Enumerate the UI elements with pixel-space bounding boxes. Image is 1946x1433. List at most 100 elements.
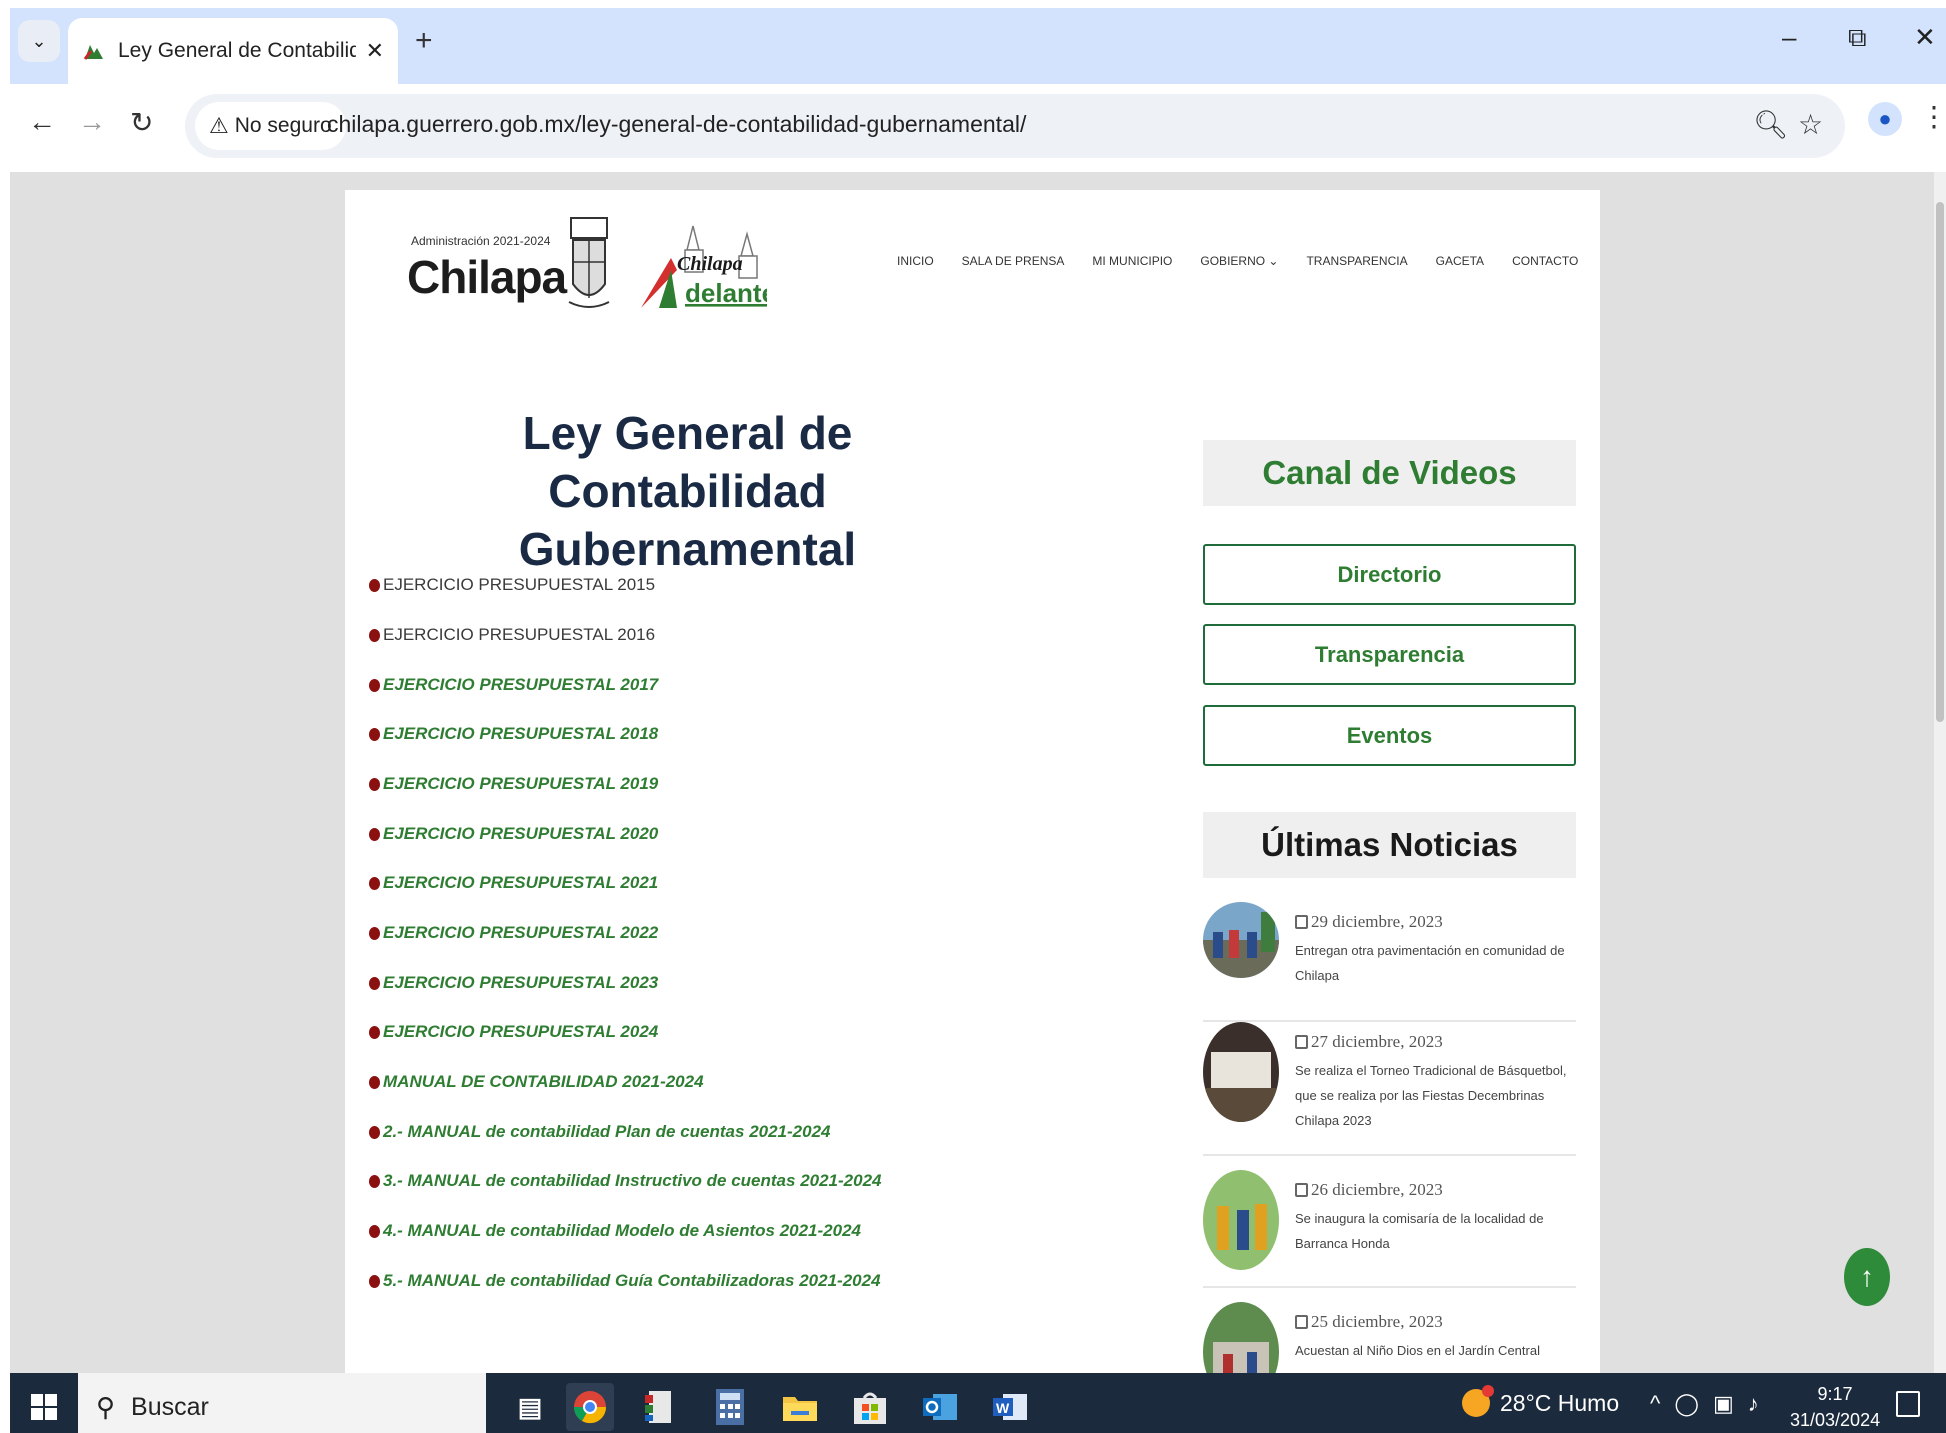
outlook-icon[interactable] xyxy=(916,1383,964,1431)
profile-avatar-icon[interactable]: ● xyxy=(1868,102,1902,136)
meet-now-icon[interactable]: ◯ xyxy=(1674,1391,1699,1417)
list-item[interactable]: EJERCICIO PRESUPUESTAL 2020 xyxy=(369,824,658,844)
list-item[interactable]: EJERCICIO PRESUPUESTAL 2024 xyxy=(369,1022,658,1042)
news-item[interactable]: 27 diciembre, 2023 Se realiza el Torneo … xyxy=(1203,1022,1576,1156)
chevron-up-icon[interactable]: ^ xyxy=(1650,1391,1660,1417)
address-bar[interactable]: ⚠ No seguro chilapa.guerrero.gob.mx/ley-… xyxy=(185,94,1845,158)
list-item[interactable]: EJERCICIO PRESUPUESTAL 2022 xyxy=(369,923,658,943)
news-headline[interactable]: Se inaugura la comisaría de la localidad… xyxy=(1295,1206,1575,1256)
document-link[interactable]: EJERCICIO PRESUPUESTAL 2021 xyxy=(383,873,658,893)
document-link[interactable]: EJERCICIO PRESUPUESTAL 2023 xyxy=(383,973,658,993)
news-thumbnail[interactable] xyxy=(1203,1170,1279,1270)
document-link[interactable]: MANUAL DE CONTABILIDAD 2021-2024 xyxy=(383,1072,704,1092)
notes-app-icon[interactable] xyxy=(636,1383,684,1431)
news-date-text: 27 diciembre, 2023 xyxy=(1311,1032,1443,1051)
news-headline[interactable]: Acuestan al Niño Dios en el Jardín Centr… xyxy=(1295,1338,1575,1363)
taskbar-search-label: Buscar xyxy=(131,1392,209,1421)
page-title: Ley General de Contabilidad Gubernamenta… xyxy=(518,407,857,575)
news-headline[interactable]: Se realiza el Torneo Tradicional de Básq… xyxy=(1295,1058,1575,1133)
taskbar-search[interactable]: ⚲ Buscar xyxy=(78,1373,486,1433)
document-link[interactable]: 5.- MANUAL de contabilidad Guía Contabil… xyxy=(383,1271,881,1291)
store-icon[interactable] xyxy=(846,1383,894,1431)
windows-start-button[interactable] xyxy=(10,1373,78,1433)
tab-active[interactable]: Ley General de Contabilidad G… ✕ xyxy=(68,18,398,84)
news-thumbnail[interactable] xyxy=(1203,1302,1279,1373)
task-view-icon[interactable]: ▤ xyxy=(506,1383,554,1431)
window-close-icon[interactable]: ✕ xyxy=(1914,22,1936,53)
nav-transparencia[interactable]: TRANSPARENCIA xyxy=(1306,254,1407,268)
list-item[interactable]: EJERCICIO PRESUPUESTAL 2016 xyxy=(369,625,655,645)
minimize-icon[interactable]: – xyxy=(1782,22,1796,53)
news-thumbnail[interactable] xyxy=(1203,902,1279,978)
list-item[interactable]: EJERCICIO PRESUPUESTAL 2021 xyxy=(369,873,658,893)
document-link[interactable]: EJERCICIO PRESUPUESTAL 2017 xyxy=(383,675,658,695)
bullet-icon xyxy=(369,678,380,692)
transparencia-button[interactable]: Transparencia xyxy=(1203,624,1576,685)
network-icon[interactable]: ▣ xyxy=(1713,1391,1734,1417)
list-item[interactable]: 4.- MANUAL de contabilidad Modelo de Asi… xyxy=(369,1221,861,1241)
zoom-icon[interactable]: 🔍︎ xyxy=(1753,108,1789,141)
news-item[interactable]: 29 diciembre, 2023 Entregan otra pavimen… xyxy=(1203,902,1576,1022)
list-item[interactable]: EJERCICIO PRESUPUESTAL 2023 xyxy=(369,973,658,993)
document-link[interactable]: EJERCICIO PRESUPUESTAL 2020 xyxy=(383,824,658,844)
document-link[interactable]: EJERCICIO PRESUPUESTAL 2022 xyxy=(383,923,658,943)
nav-contacto[interactable]: CONTACTO xyxy=(1512,254,1578,268)
bookmark-star-icon[interactable]: ☆ xyxy=(1798,108,1823,141)
list-item[interactable]: MANUAL DE CONTABILIDAD 2021-2024 xyxy=(369,1072,704,1092)
weather-widget[interactable]: 28°C Humo xyxy=(1462,1385,1619,1417)
nav-gaceta[interactable]: GACETA xyxy=(1436,254,1484,268)
news-thumbnail[interactable] xyxy=(1203,1022,1279,1122)
video-channel-heading[interactable]: Canal de Videos xyxy=(1203,440,1576,506)
security-chip[interactable]: ⚠ No seguro xyxy=(195,102,346,150)
reload-icon[interactable]: ↻ xyxy=(130,106,153,139)
list-item[interactable]: EJERCICIO PRESUPUESTAL 2018 xyxy=(369,724,658,744)
scrollbar-thumb[interactable] xyxy=(1936,202,1944,722)
directorio-button[interactable]: Directorio xyxy=(1203,544,1576,605)
menu-kebab-icon[interactable]: ⋮ xyxy=(1920,100,1946,133)
document-link[interactable]: 3.- MANUAL de contabilidad Instructivo d… xyxy=(383,1171,882,1191)
file-explorer-icon[interactable] xyxy=(776,1383,824,1431)
news-date-text: 25 diciembre, 2023 xyxy=(1311,1312,1443,1331)
nav-inicio[interactable]: INICIO xyxy=(897,254,934,268)
list-item[interactable]: 2.- MANUAL de contabilidad Plan de cuent… xyxy=(369,1122,831,1142)
document-link[interactable]: EJERCICIO PRESUPUESTAL 2019 xyxy=(383,774,658,794)
list-item[interactable]: 5.- MANUAL de contabilidad Guía Contabil… xyxy=(369,1271,881,1291)
url-text[interactable]: chilapa.guerrero.gob.mx/ley-general-de-c… xyxy=(327,111,1026,138)
document-link[interactable]: EJERCICIO PRESUPUESTAL 2018 xyxy=(383,724,658,744)
nav-mi-municipio[interactable]: MI MUNICIPIO xyxy=(1092,254,1172,268)
list-item[interactable]: EJERCICIO PRESUPUESTAL 2017 xyxy=(369,675,658,695)
word-icon[interactable]: W xyxy=(986,1383,1034,1431)
bullet-icon xyxy=(369,926,380,940)
list-item[interactable]: EJERCICIO PRESUPUESTAL 2015 xyxy=(369,575,655,595)
bullet-icon xyxy=(369,628,380,642)
nav-sala-de-prensa[interactable]: SALA DE PRENSA xyxy=(962,254,1065,268)
svg-text:Chilapa: Chilapa xyxy=(677,253,743,275)
news-item[interactable]: 25 diciembre, 2023 Acuestan al Niño Dios… xyxy=(1203,1288,1576,1373)
scroll-to-top-button[interactable]: ↑ xyxy=(1844,1248,1890,1306)
restore-icon[interactable]: ⧉ xyxy=(1848,22,1867,54)
document-link[interactable]: 4.- MANUAL de contabilidad Modelo de Asi… xyxy=(383,1221,861,1241)
list-item[interactable]: EJERCICIO PRESUPUESTAL 2019 xyxy=(369,774,658,794)
eventos-button[interactable]: Eventos xyxy=(1203,705,1576,766)
notification-icon[interactable] xyxy=(1896,1391,1920,1417)
close-icon[interactable]: ✕ xyxy=(366,38,384,64)
new-tab-icon[interactable]: + xyxy=(415,24,433,58)
clock[interactable]: 9:17 31/03/2024 xyxy=(1790,1381,1880,1433)
bullet-icon xyxy=(369,1125,380,1139)
calculator-icon[interactable] xyxy=(706,1383,754,1431)
list-item[interactable]: 3.- MANUAL de contabilidad Instructivo d… xyxy=(369,1171,882,1191)
news-date-text: 29 diciembre, 2023 xyxy=(1311,912,1443,931)
news-headline[interactable]: Entregan otra pavimentación en comunidad… xyxy=(1295,938,1575,988)
nav-gobierno[interactable]: GOBIERNO ⌄ xyxy=(1200,254,1278,268)
browser-toolbar: ← → ↻ ⚠ No seguro chilapa.guerrero.gob.m… xyxy=(10,84,1946,172)
document-link[interactable]: EJERCICIO PRESUPUESTAL 2024 xyxy=(383,1022,658,1042)
volume-icon[interactable]: ♪ xyxy=(1748,1391,1759,1417)
vertical-scrollbar[interactable] xyxy=(1934,172,1946,1373)
document-link[interactable]: 2.- MANUAL de contabilidad Plan de cuent… xyxy=(383,1122,831,1142)
site-logo[interactable]: Administración 2021-2024 Chilapa Chilapa… xyxy=(407,210,767,320)
back-arrow-icon[interactable]: ← xyxy=(28,106,56,138)
news-item[interactable]: 26 diciembre, 2023 Se inaugura la comisa… xyxy=(1203,1156,1576,1288)
forward-arrow-icon[interactable]: → xyxy=(78,106,106,138)
chrome-icon[interactable] xyxy=(566,1383,614,1431)
tab-search-button[interactable]: ⌄ xyxy=(18,20,60,62)
